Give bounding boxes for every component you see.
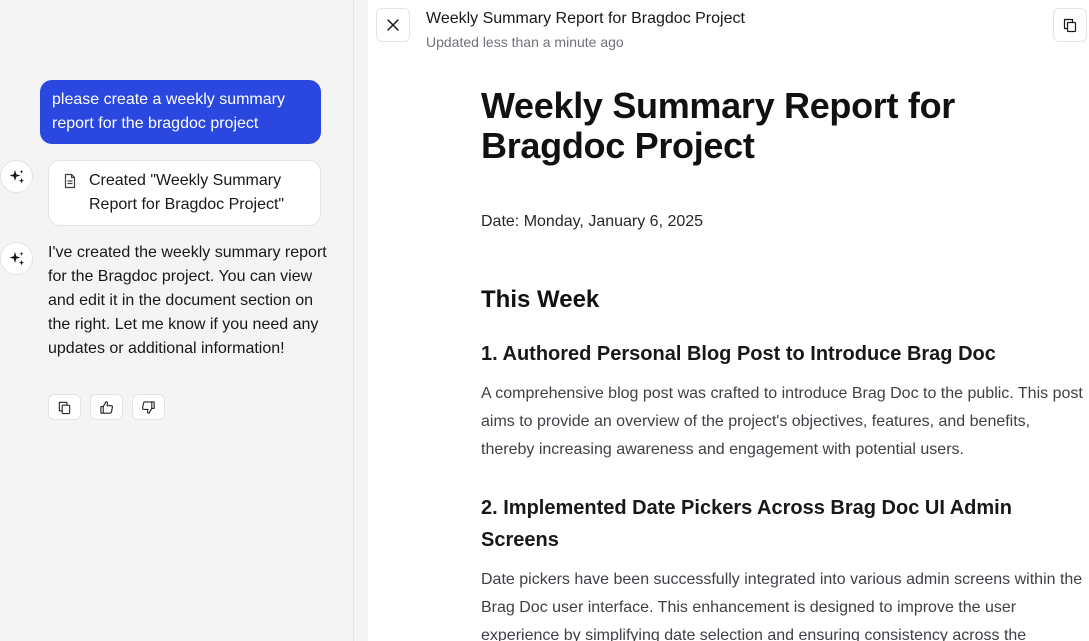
assistant-message: I've created the weekly summary report f… (48, 244, 327, 357)
copy-icon (1063, 18, 1077, 33)
document-updated-status: Updated less than a minute ago (426, 34, 624, 50)
chat-panel: please create a weekly summary report fo… (0, 0, 354, 641)
close-icon (387, 19, 399, 31)
upvote-button[interactable] (90, 394, 123, 420)
thumbs-down-icon (141, 400, 155, 414)
assistant-avatar (0, 160, 33, 193)
document-title: Weekly Summary Report for Bragdoc Projec… (426, 10, 745, 27)
panel-divider (354, 0, 368, 641)
file-text-icon (64, 173, 76, 189)
app-window: please create a weekly summary report fo… (0, 0, 1089, 641)
document-created-card[interactable]: Created "Weekly Summary Report for Bragd… (48, 160, 321, 226)
item-heading: 2. Implemented Date Pickers Across Brag … (481, 497, 1012, 551)
document-created-text: Created "Weekly Summary Report for Bragd… (89, 172, 285, 213)
copy-message-button[interactable] (48, 394, 81, 420)
message-actions (48, 394, 165, 420)
section-heading: This Week (481, 286, 600, 313)
copy-icon (58, 401, 71, 414)
close-document-button[interactable] (376, 8, 410, 42)
sparkles-icon (9, 251, 24, 265)
downvote-button[interactable] (132, 394, 165, 420)
item-paragraph: A comprehensive blog post was crafted to… (481, 385, 1083, 458)
document-date: Date: Monday, January 6, 2025 (481, 213, 704, 230)
user-message: please create a weekly summary report fo… (40, 80, 321, 144)
document-heading: Weekly Summary Report for Bragdoc Projec… (481, 85, 955, 166)
copy-document-button[interactable] (1053, 8, 1087, 42)
document-editor[interactable]: Weekly Summary Report for Bragdoc Projec… (481, 86, 1086, 641)
document-panel: Weekly Summary Report for Bragdoc Projec… (368, 0, 1089, 641)
sparkles-icon (9, 169, 24, 183)
item-paragraph: Date pickers have been successfully inte… (481, 571, 1083, 641)
assistant-avatar (0, 242, 33, 275)
thumbs-up-icon (100, 400, 114, 414)
item-heading: 1. Authored Personal Blog Post to Introd… (481, 343, 996, 365)
